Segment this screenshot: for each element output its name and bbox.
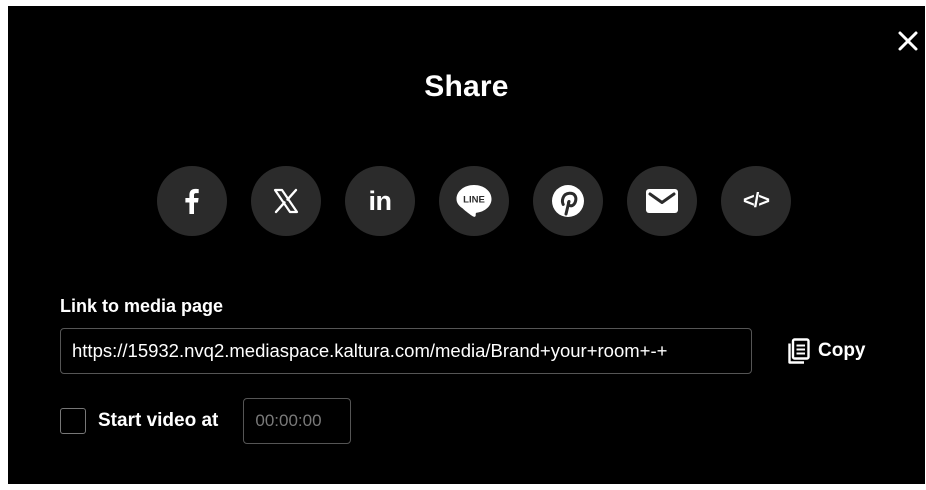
start-video-label[interactable]: Start video at bbox=[98, 410, 218, 432]
embed-share-button[interactable]: </> bbox=[721, 166, 791, 236]
social-share-buttons: in LINE </> bbox=[157, 166, 791, 236]
copy-label: Copy bbox=[818, 340, 866, 361]
linkedin-share-button[interactable]: in bbox=[345, 166, 415, 236]
start-time-input[interactable] bbox=[243, 398, 352, 444]
link-label: Link to media page bbox=[60, 296, 224, 316]
pinterest-share-button[interactable] bbox=[533, 166, 603, 236]
start-video-row: Start video at bbox=[60, 398, 352, 444]
copy-button[interactable]: Copy bbox=[788, 338, 866, 364]
facebook-share-button[interactable] bbox=[157, 166, 227, 236]
close-button[interactable] bbox=[897, 30, 919, 52]
start-video-checkbox[interactable] bbox=[60, 408, 86, 434]
linkedin-icon: in bbox=[368, 185, 393, 216]
dialog-title: Share bbox=[424, 70, 509, 103]
email-share-button[interactable] bbox=[627, 166, 697, 236]
email-icon bbox=[646, 189, 678, 213]
share-dialog: Share in LINE </> Link to media page htt… bbox=[8, 6, 925, 484]
close-icon bbox=[898, 31, 918, 51]
pinterest-icon bbox=[552, 185, 584, 217]
x-icon bbox=[273, 188, 299, 214]
facebook-icon bbox=[185, 188, 199, 214]
copy-icon bbox=[788, 338, 810, 364]
media-link-input[interactable] bbox=[60, 328, 752, 374]
x-share-button[interactable] bbox=[251, 166, 321, 236]
line-icon: LINE bbox=[456, 185, 492, 217]
line-share-button[interactable]: LINE bbox=[439, 166, 509, 236]
embed-code-icon: </> bbox=[743, 189, 770, 212]
line-icon-text: LINE bbox=[463, 195, 485, 206]
